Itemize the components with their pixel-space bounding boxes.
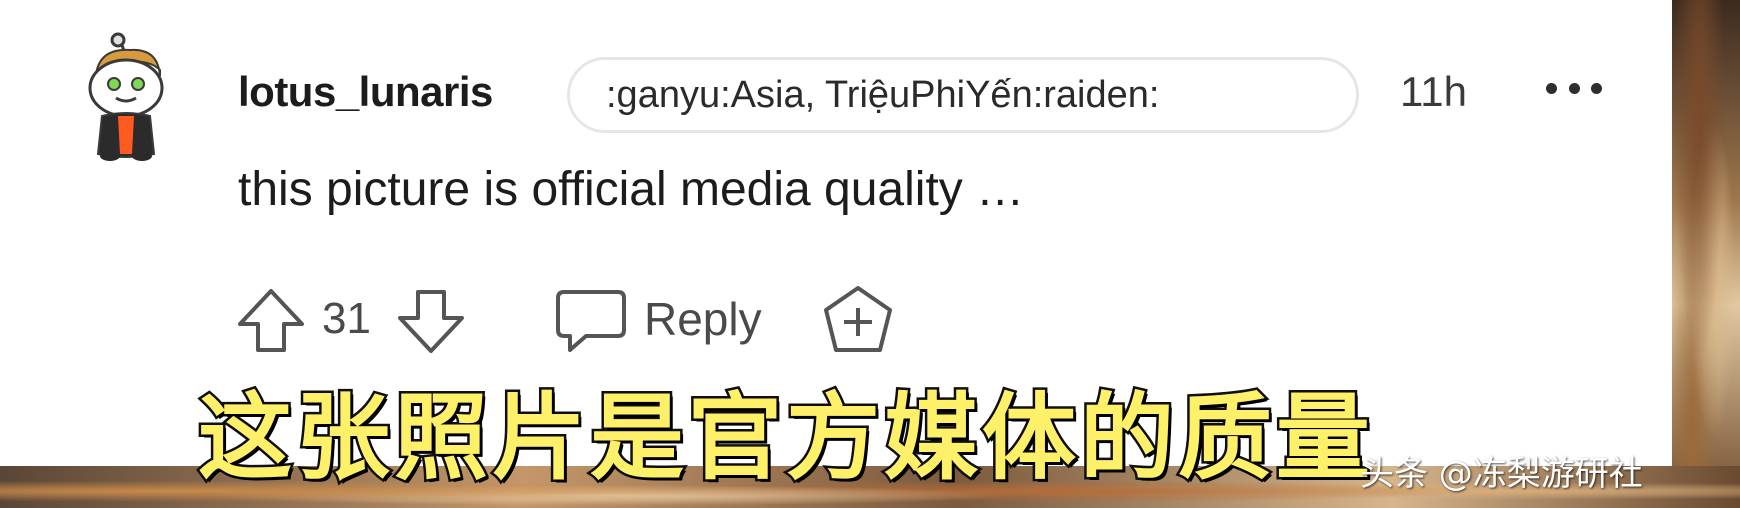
vote-score: 31 <box>322 294 371 343</box>
more-options-icon[interactable] <box>1546 74 1602 102</box>
background-art-right <box>1672 0 1740 508</box>
username[interactable]: lotus_lunaris <box>238 68 493 116</box>
timestamp: 11h <box>1400 68 1467 115</box>
video-subtitle: 这张照片是官方媒体的质量 <box>195 382 1375 496</box>
reply-label[interactable]: Reply <box>644 292 762 346</box>
downvote-arrow-icon[interactable] <box>396 286 466 356</box>
award-plus-icon[interactable] <box>822 284 894 356</box>
watermark: 头条 @冻梨游研社 <box>1360 454 1643 494</box>
snoo-avatar[interactable] <box>80 30 172 162</box>
upvote-arrow-icon[interactable] <box>236 286 306 356</box>
comment-text: this picture is official media quality … <box>238 163 1025 216</box>
comment-bubble-icon <box>556 290 626 352</box>
user-flair: :ganyu:Asia, TriệuPhiYến:raiden: <box>567 57 1359 133</box>
